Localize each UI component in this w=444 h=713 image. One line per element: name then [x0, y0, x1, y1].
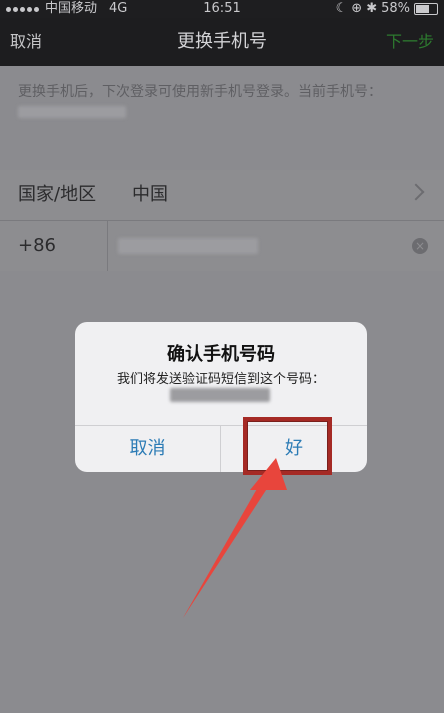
rotation-lock-icon: ⊕	[351, 1, 363, 16]
field-divider	[107, 221, 108, 271]
bluetooth-icon: ✱	[366, 1, 378, 16]
dialog-title: 确认手机号码	[167, 344, 275, 365]
battery-icon	[414, 3, 438, 15]
region-row[interactable]: 国家/地区 中国	[0, 170, 444, 220]
ok-button-highlight	[243, 417, 332, 475]
clear-input-icon[interactable]: ×	[412, 238, 428, 254]
navigation-bar: 取消 更换手机号 下一步	[0, 18, 444, 66]
moon-icon: ☾	[335, 1, 348, 16]
dialog-message: 我们将发送验证码短信到这个号码：	[116, 372, 325, 387]
dialog-phone-redacted	[170, 388, 270, 402]
battery-percent: 58%	[381, 1, 410, 16]
dialog-cancel-button[interactable]: 取消	[75, 426, 220, 472]
page-title: 更换手机号	[177, 31, 267, 52]
arrow-shaft	[183, 464, 276, 618]
phone-form: 国家/地区 中国 +86 ×	[0, 170, 444, 271]
country-code: +86	[18, 235, 56, 256]
phone-number-input[interactable]	[118, 238, 258, 254]
next-step-button[interactable]: 下一步	[386, 18, 434, 66]
description-text: 更换手机后，下次登录可使用新手机号登录。当前手机号：	[18, 84, 382, 100]
chevron-right-icon	[407, 183, 425, 201]
phone-row: +86 ×	[0, 220, 444, 271]
change-phone-description: 更换手机后，下次登录可使用新手机号登录。当前手机号：	[18, 82, 423, 122]
current-phone-redacted	[18, 106, 126, 118]
status-bar: 中国移动 4G 16:51 ☾ ⊕ ✱ 58%	[0, 0, 444, 18]
region-value: 中国	[132, 184, 168, 205]
region-label: 国家/地区	[18, 184, 97, 205]
status-right: ☾ ⊕ ✱ 58%	[336, 0, 438, 18]
